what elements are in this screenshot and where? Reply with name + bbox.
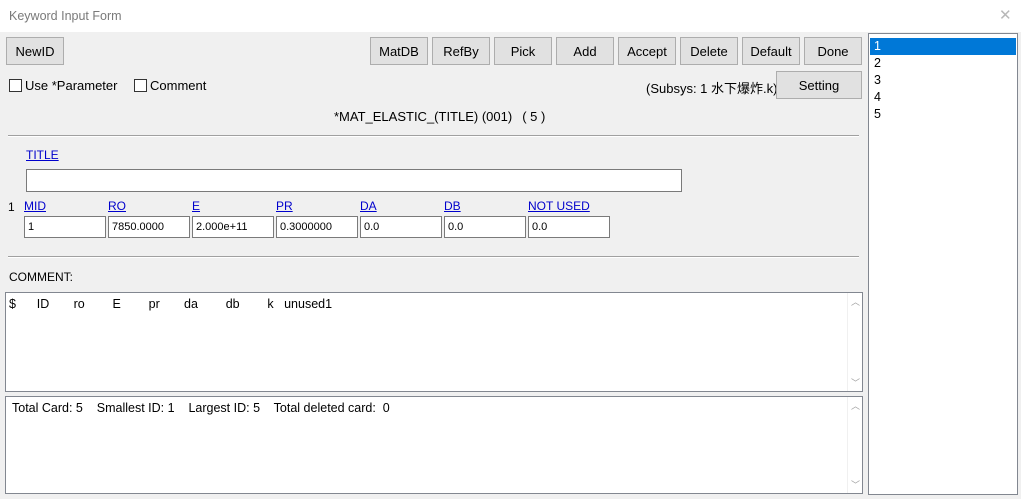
comment-textarea[interactable]: $ ID ro E pr da db k unused1 ︿ ﹀ bbox=[5, 292, 863, 392]
divider bbox=[8, 256, 859, 258]
field-input-ro[interactable]: 7850.0000 bbox=[108, 216, 190, 238]
keyword-name: *MAT_ELASTIC_(TITLE) (001) bbox=[334, 109, 513, 124]
pick-button[interactable]: Pick bbox=[494, 37, 552, 65]
refby-button[interactable]: RefBy bbox=[432, 37, 490, 65]
list-item[interactable]: 2 bbox=[870, 55, 1016, 72]
summary-textarea[interactable]: Total Card: 5 Smallest ID: 1 Largest ID:… bbox=[5, 396, 863, 494]
title-bar: Keyword Input Form ✕ bbox=[0, 0, 1021, 32]
matdb-button[interactable]: MatDB bbox=[370, 37, 428, 65]
add-button[interactable]: Add bbox=[556, 37, 614, 65]
field-input-not-used[interactable]: 0.0 bbox=[528, 216, 610, 238]
field-label-e[interactable]: E bbox=[192, 199, 200, 213]
field-input-da[interactable]: 0.0 bbox=[360, 216, 442, 238]
scroll-up-icon[interactable]: ︿ bbox=[851, 295, 860, 308]
field-input-e[interactable]: 2.000e+11 bbox=[192, 216, 274, 238]
newid-button[interactable]: NewID bbox=[6, 37, 64, 65]
title-field-label[interactable]: TITLE bbox=[26, 148, 59, 162]
scroll-up-icon[interactable]: ︿ bbox=[851, 399, 860, 412]
comment-checkbox-label: Comment bbox=[150, 78, 207, 93]
title-input[interactable] bbox=[26, 169, 682, 192]
keyword-count: ( 5 ) bbox=[522, 109, 546, 124]
setting-button[interactable]: Setting bbox=[776, 71, 862, 99]
field-label-ro[interactable]: RO bbox=[108, 199, 126, 213]
use-parameter-checkbox[interactable]: Use *Parameter bbox=[9, 78, 117, 93]
list-item[interactable]: 3 bbox=[870, 72, 1016, 89]
comment-scrollbar[interactable]: ︿ ﹀ bbox=[847, 293, 862, 391]
window-title: Keyword Input Form bbox=[9, 9, 122, 23]
id-listbox[interactable]: 1 2 3 4 5 bbox=[868, 33, 1018, 495]
field-label-db[interactable]: DB bbox=[444, 199, 461, 213]
card-number: 1 bbox=[8, 200, 15, 214]
list-item[interactable]: 1 bbox=[870, 38, 1016, 55]
field-input-db[interactable]: 0.0 bbox=[444, 216, 526, 238]
summary-text: Total Card: 5 Smallest ID: 1 Largest ID:… bbox=[12, 401, 390, 415]
field-label-pr[interactable]: PR bbox=[276, 199, 293, 213]
field-label-not-used[interactable]: NOT USED bbox=[528, 199, 590, 213]
comment-text: $ ID ro E pr da db k unused1 bbox=[9, 297, 333, 311]
close-icon[interactable]: ✕ bbox=[999, 6, 1012, 24]
comment-checkbox[interactable]: Comment bbox=[134, 78, 206, 93]
subsys-label: (Subsys: 1 水下爆炸.k) bbox=[646, 81, 778, 96]
field-input-pr[interactable]: 0.3000000 bbox=[276, 216, 358, 238]
keyword-heading: *MAT_ELASTIC_(TITLE) (001) ( 5 ) bbox=[334, 109, 545, 124]
accept-button[interactable]: Accept bbox=[618, 37, 676, 65]
field-input-mid[interactable]: 1 bbox=[24, 216, 106, 238]
field-label-da[interactable]: DA bbox=[360, 199, 377, 213]
list-item[interactable]: 4 bbox=[870, 89, 1016, 106]
scroll-down-icon[interactable]: ﹀ bbox=[851, 478, 860, 491]
checkbox-box[interactable] bbox=[9, 79, 22, 92]
scroll-down-icon[interactable]: ﹀ bbox=[851, 376, 860, 389]
checkbox-box[interactable] bbox=[134, 79, 147, 92]
default-button[interactable]: Default bbox=[742, 37, 800, 65]
field-label-mid[interactable]: MID bbox=[24, 199, 46, 213]
done-button[interactable]: Done bbox=[804, 37, 862, 65]
comment-label: COMMENT: bbox=[9, 270, 73, 284]
summary-scrollbar[interactable]: ︿ ﹀ bbox=[847, 397, 862, 493]
divider bbox=[8, 135, 859, 137]
use-parameter-label: Use *Parameter bbox=[25, 78, 118, 93]
list-item[interactable]: 5 bbox=[870, 106, 1016, 123]
delete-button[interactable]: Delete bbox=[680, 37, 738, 65]
